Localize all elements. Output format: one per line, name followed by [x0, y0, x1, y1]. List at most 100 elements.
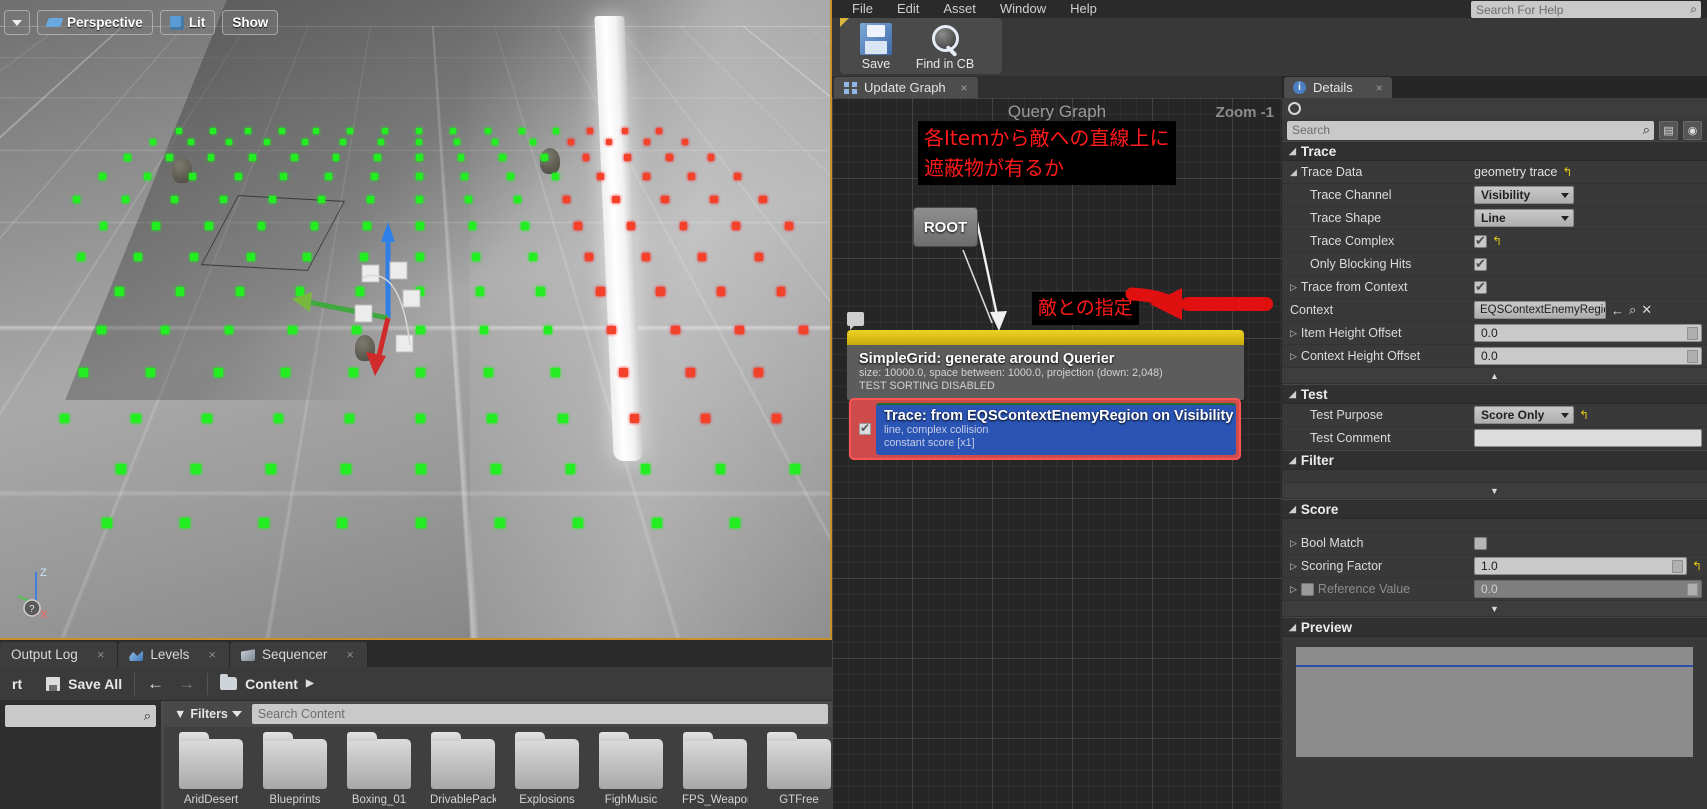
property-checkbox[interactable] [1474, 537, 1487, 550]
details-category-score[interactable]: ◢Score [1282, 499, 1707, 519]
details-category-filter[interactable]: ◢Filter [1282, 450, 1707, 470]
asset-item[interactable]: GTFree [766, 739, 832, 806]
property-number-field[interactable]: 0.0 [1474, 580, 1702, 598]
revert-icon[interactable]: ↰ [1692, 559, 1702, 573]
asset-grid[interactable]: AridDesertBlueprintsBoxing_01DrivablePac… [164, 727, 832, 806]
spinner-icon[interactable] [1687, 327, 1698, 340]
property-value[interactable]: 1.0↰ [1474, 557, 1707, 575]
details-category-preview[interactable]: ◢Preview [1282, 617, 1707, 637]
asset-item[interactable]: FPS_Weapons [682, 739, 748, 806]
asset-item[interactable]: Blueprints [262, 739, 328, 806]
camera-mode-button[interactable]: Perspective [37, 10, 153, 35]
override-checkbox[interactable] [1301, 583, 1314, 596]
property-row[interactable]: Trace ChannelVisibility [1282, 184, 1707, 207]
tab-sequencer[interactable]: Sequencer × [230, 642, 368, 667]
property-value[interactable] [1474, 281, 1707, 294]
tab-update-graph[interactable]: Update Graph × [834, 77, 978, 98]
close-icon[interactable]: × [346, 647, 354, 662]
revert-icon[interactable]: ↰ [1562, 165, 1572, 179]
property-row[interactable]: ContextEQSContextEnemyRegion←⌕✕ [1282, 299, 1707, 322]
revert-icon[interactable]: ↰ [1492, 234, 1502, 248]
eqs-toolbar[interactable]: Save Find in CB [832, 18, 1707, 76]
property-combobox[interactable]: Visibility [1474, 186, 1574, 204]
property-combobox[interactable]: Line [1474, 209, 1574, 227]
property-row[interactable]: Trace Complex↰ [1282, 230, 1707, 253]
property-value[interactable]: Visibility [1474, 186, 1707, 204]
assets-filter-bar[interactable]: ▼ Filters Search Content [164, 701, 832, 727]
view-mode-button[interactable]: Lit [160, 10, 216, 35]
sources-search-input[interactable]: ⌕ [5, 705, 156, 727]
save-button[interactable]: Save [846, 21, 906, 71]
test-enabled-checkbox[interactable] [854, 403, 876, 455]
save-all-button[interactable]: Save All [34, 667, 134, 700]
property-number-field[interactable]: 0.0 [1474, 324, 1702, 342]
property-combobox[interactable]: Score Only [1474, 406, 1574, 424]
content-search-input[interactable]: Search Content [252, 704, 828, 724]
revert-icon[interactable]: ↰ [1579, 408, 1589, 422]
help-search-input[interactable]: Search For Help ⌕ [1471, 1, 1701, 18]
expander-icon[interactable]: ▷ [1290, 561, 1297, 572]
details-category-trace[interactable]: ◢Trace [1282, 141, 1707, 161]
property-row[interactable]: ▷Trace from Context [1282, 276, 1707, 299]
expander-icon[interactable]: ▷ [1290, 538, 1297, 549]
menu-help[interactable]: Help [1058, 0, 1109, 18]
section-collapse-toggle[interactable]: ▼ [1282, 601, 1707, 617]
property-value[interactable]: Score Only ↰ [1474, 406, 1707, 424]
tab-details[interactable]: i Details × [1284, 77, 1392, 98]
find-in-cb-button[interactable]: Find in CB [906, 21, 984, 71]
spinner-icon[interactable] [1687, 583, 1698, 596]
property-value[interactable]: ↰ [1474, 234, 1707, 248]
property-value[interactable] [1474, 258, 1707, 271]
property-value[interactable]: Line [1474, 209, 1707, 227]
property-checkbox[interactable] [1474, 235, 1487, 248]
property-checkbox[interactable] [1474, 281, 1487, 294]
viewport-options-button[interactable] [4, 10, 30, 35]
node-root[interactable]: ROOT [913, 207, 978, 247]
asset-item[interactable]: Explosions [514, 739, 580, 806]
browse-to-asset-icon[interactable]: ← [1611, 303, 1624, 318]
content-browser-sources[interactable]: ⌕ [0, 701, 164, 809]
close-icon[interactable]: × [961, 81, 968, 95]
property-value[interactable] [1474, 429, 1707, 447]
menu-asset[interactable]: Asset [931, 0, 988, 18]
breadcrumb[interactable]: Content ▶ [208, 667, 326, 700]
eqs-editor-window[interactable]: File Edit Asset Window Help Search For H… [832, 0, 1707, 809]
bottom-dock-tabs[interactable]: Output Log × Levels × Sequencer × [0, 640, 832, 667]
spinner-icon[interactable] [1687, 350, 1698, 363]
expander-icon[interactable]: ▷ [1290, 282, 1297, 293]
property-row[interactable]: ▷Reference Value0.0 [1282, 578, 1707, 601]
show-menu-button[interactable]: Show [222, 10, 278, 35]
property-text-field[interactable] [1474, 429, 1702, 447]
clear-asset-icon[interactable]: ✕ [1641, 302, 1652, 318]
property-row[interactable]: ▷Scoring Factor1.0↰ [1282, 555, 1707, 578]
details-panel[interactable]: i Details × Search ⌕ ▤ ◉ ◢Trace◢Trace Da… [1282, 76, 1707, 809]
details-category-test[interactable]: ◢Test [1282, 384, 1707, 404]
display-options-button[interactable]: ▤ [1659, 121, 1678, 140]
details-sections[interactable]: ◢Trace◢Trace Datageometry trace↰Trace Ch… [1282, 141, 1707, 757]
menu-edit[interactable]: Edit [885, 0, 931, 18]
content-browser[interactable]: rt Save All ← → Content ▶ ⌕ [0, 667, 832, 809]
menu-window[interactable]: Window [988, 0, 1058, 18]
asset-item[interactable]: DrivablePack [430, 739, 496, 806]
property-value[interactable]: geometry trace↰ [1474, 165, 1707, 179]
close-icon[interactable]: × [208, 647, 216, 662]
property-value[interactable]: 0.0 [1474, 347, 1707, 365]
node-comment-icon[interactable] [847, 312, 864, 326]
property-value[interactable] [1474, 537, 1707, 550]
chevron-right-icon[interactable]: ▶ [306, 678, 314, 689]
expander-icon[interactable]: ◢ [1290, 167, 1297, 178]
property-checkbox[interactable] [1474, 258, 1487, 271]
property-number-field[interactable]: 0.0 [1474, 347, 1702, 365]
property-row[interactable]: Trace ShapeLine [1282, 207, 1707, 230]
node-simple-grid-generator[interactable]: SimpleGrid: generate around Querier size… [847, 330, 1244, 400]
nav-buttons[interactable]: ← → [135, 667, 207, 700]
property-row[interactable]: ▷Item Height Offset0.0 [1282, 322, 1707, 345]
menu-file[interactable]: File [840, 0, 885, 18]
transform-gizmo[interactable] [0, 0, 832, 640]
asset-item[interactable]: Boxing_01 [346, 739, 412, 806]
asset-item[interactable]: FighMusic [598, 739, 664, 806]
tab-output-log[interactable]: Output Log × [0, 642, 118, 667]
close-icon[interactable]: × [1376, 81, 1383, 95]
expander-icon[interactable]: ▷ [1290, 584, 1297, 595]
content-browser-toolbar[interactable]: rt Save All ← → Content ▶ [0, 667, 832, 701]
